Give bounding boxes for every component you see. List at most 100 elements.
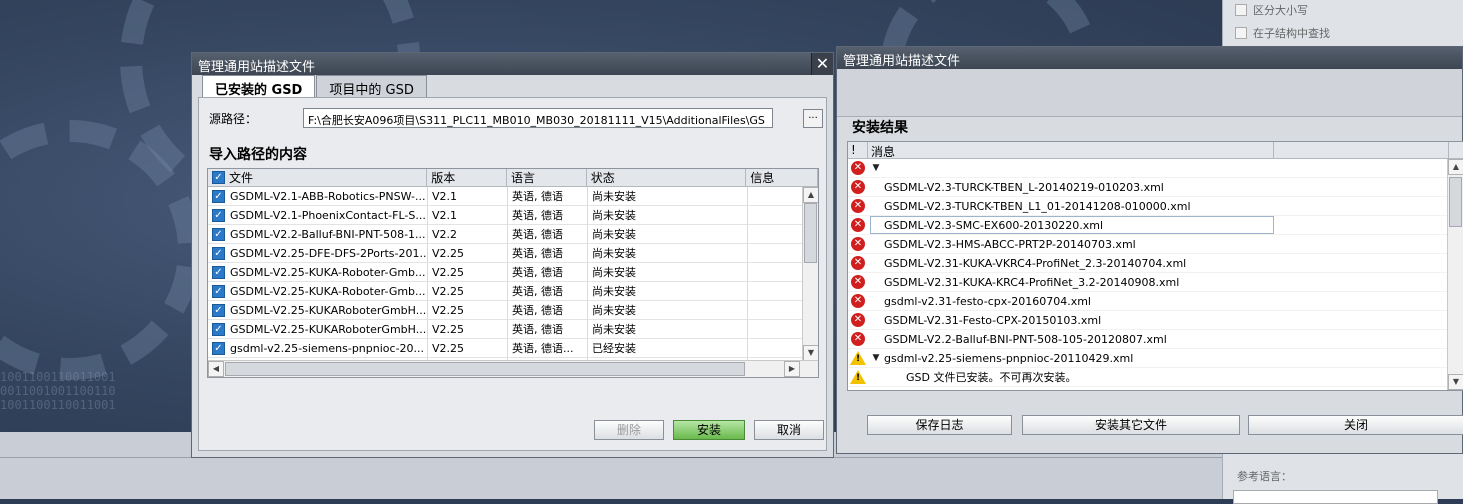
language-cell: 英语, 德语... [508, 339, 588, 357]
install-button[interactable]: 安装 [673, 420, 745, 440]
status-cell: 已经安装 [588, 339, 748, 357]
vertical-scrollbar[interactable]: ▲ ▼ [802, 187, 818, 361]
info-cell [748, 206, 804, 224]
scroll-down-icon[interactable]: ▼ [803, 345, 818, 361]
version-cell: V2.25 [428, 320, 508, 338]
install-other-files-button[interactable]: 安装其它文件 [1022, 415, 1240, 435]
scroll-thumb[interactable] [225, 362, 745, 376]
column-language[interactable]: 语言 [507, 169, 587, 186]
file-cell: ✓ GSDML-V2.25-KUKARoboterGmbH... [208, 320, 428, 338]
horizontal-scrollbar[interactable]: ◀ ▶ [208, 360, 818, 377]
search-substructure-option[interactable]: 在子结构中查找 [1235, 25, 1330, 41]
scroll-right-icon[interactable]: ▶ [784, 361, 800, 377]
result-row[interactable]: ✕ GSDML-V2.31-Festo-CPX-20150103.xml [848, 311, 1463, 330]
table-row[interactable]: ✓ GSDML-V2.1-PhoenixContact-FL-S... V2.1 英语… [208, 206, 818, 225]
error-icon: ✕ [851, 275, 865, 289]
search-substructure-label: 在子结构中查找 [1253, 27, 1330, 40]
row-checkbox[interactable]: ✓ [212, 341, 225, 355]
column-status[interactable]: 状态 [587, 169, 747, 186]
result-row[interactable]: ✕ GSDML-V2.3-TURCK-TBEN_L-20140219-010203… [848, 178, 1463, 197]
expand-icon[interactable]: ▼ [868, 353, 884, 363]
section-title: 导入路径的内容 [209, 147, 307, 163]
reference-language-select[interactable] [1233, 490, 1438, 504]
scroll-up-icon[interactable]: ▲ [1448, 159, 1463, 175]
status-icon-cell: ✕ [848, 292, 868, 311]
language-cell: 英语, 德语 [508, 320, 588, 338]
version-cell: V2.1 [428, 187, 508, 205]
result-row[interactable]: ! GSD 文件已安装。不可再次安装。 [848, 368, 1463, 387]
table-row[interactable]: ✓ GSDML-V2.25-KUKARoboterGmbH... V2.25 英语, … [208, 301, 818, 320]
status-cell: 尚未安装 [588, 206, 748, 224]
row-checkbox[interactable]: ✓ [212, 265, 225, 279]
checkbox[interactable] [1235, 27, 1247, 39]
source-path-field[interactable]: F:\合肥长安A096项目\S311_PLC11_MB010_MB030_201… [303, 108, 773, 128]
save-log-button[interactable]: 保存日志 [867, 415, 1012, 435]
error-icon: ✕ [851, 180, 865, 194]
table-row[interactable]: ✓ GSDML-V2.1-ABB-Robotics-PNSW-... V2.1 英语,… [208, 187, 818, 206]
table-row[interactable]: ✓ GSDML-V2.25-KUKA-Roboter-Gmb... V2.25 英语,… [208, 282, 818, 301]
row-checkbox[interactable]: ✓ [212, 208, 225, 222]
table-row[interactable]: ✓ GSDML-V2.25-KUKA-Roboter-Gmb... V2.25 英语,… [208, 263, 818, 282]
close-icon[interactable]: ✕ [811, 53, 833, 75]
result-row[interactable]: ✕ GSDML-V2.31-KUKA-VKRC4-ProfiNet_2.3-201… [848, 254, 1463, 273]
status-cell: 尚未安装 [588, 301, 748, 319]
version-cell: V2.25 [428, 244, 508, 262]
row-checkbox[interactable]: ✓ [212, 246, 225, 260]
row-checkbox[interactable]: ✓ [212, 189, 225, 203]
table-row[interactable]: ✓ GSDML-V2.25-DFE-DFS-2Ports-201... V2.25 英… [208, 244, 818, 263]
result-row[interactable]: ✕ GSDML-V2.2-Balluf-BNI-PNT-508-105-20120… [848, 330, 1463, 349]
error-icon: ✕ [851, 218, 865, 232]
binary-decoration: 1001100110011001 0011001001100110 10011001… [0, 370, 116, 412]
status-cell: 尚未安装 [588, 263, 748, 281]
warning-icon: ! [850, 370, 866, 384]
browse-button[interactable]: ... [803, 109, 823, 128]
error-icon: ✕ [851, 237, 865, 251]
table-row[interactable]: ✓ GSDML-V2.25-KUKARoboterGmbH... V2.25 英语, … [208, 320, 818, 339]
delete-button[interactable]: 删除 [594, 420, 664, 440]
case-sensitive-label: 区分大小写 [1253, 4, 1308, 17]
close-button[interactable]: 关闭 [1248, 415, 1463, 435]
result-row[interactable]: ✕ GSDML-V2.3-SMC-EX600-20130220.xml [848, 216, 1463, 235]
vertical-scrollbar[interactable]: ▲ ▼ [1447, 159, 1463, 390]
info-cell [748, 187, 804, 205]
column-message[interactable]: 消息 [868, 142, 1274, 159]
result-message: GSDML-V2.3-TURCK-TBEN_L-20140219-010203.… [884, 180, 1164, 194]
tab-project-gsd[interactable]: 项目中的 GSD [316, 75, 427, 98]
result-row[interactable]: ✕ GSDML-V2.3-HMS-ABCC-PRT2P-20140703.xml [848, 235, 1463, 254]
result-row[interactable]: ✕ gsdml-v2.31-festo-cpx-20160704.xml [848, 292, 1463, 311]
scroll-down-icon[interactable]: ▼ [1448, 374, 1463, 390]
info-cell [748, 225, 804, 243]
language-cell: 英语, 德语 [508, 187, 588, 205]
cancel-button[interactable]: 取消 [754, 420, 824, 440]
result-row[interactable]: ! ▼ gsdml-v2.25-siemens-pnpnioc-20110429.x… [848, 349, 1463, 368]
dialog-title: 管理通用站描述文件 [198, 60, 316, 75]
column-version[interactable]: 版本 [427, 169, 507, 186]
info-cell [748, 263, 804, 281]
dialog-titlebar: 管理通用站描述文件 ✕ [192, 53, 833, 75]
checkbox[interactable] [1235, 4, 1247, 16]
language-cell: 英语, 德语 [508, 206, 588, 224]
dialog-title: 管理通用站描述文件 [843, 54, 961, 69]
file-name: GSDML-V2.25-KUKA-Roboter-Gmb... [230, 284, 426, 298]
result-row[interactable]: ✕ ▼ [848, 159, 1463, 178]
version-cell: V2.1 [428, 206, 508, 224]
table-row[interactable]: ✓ GSDML-V2.2-Balluf-BNI-PNT-508-1... V2.2 英… [208, 225, 818, 244]
scroll-up-icon[interactable]: ▲ [803, 187, 818, 203]
row-checkbox[interactable]: ✓ [212, 303, 225, 317]
row-checkbox[interactable]: ✓ [212, 284, 225, 298]
row-checkbox[interactable]: ✓ [212, 322, 225, 336]
case-sensitive-option[interactable]: 区分大小写 [1235, 2, 1308, 18]
tab-installed-gsd[interactable]: 已安装的 GSD [202, 75, 316, 98]
select-all-checkbox[interactable]: ✓ [212, 171, 225, 184]
column-file[interactable]: ✓ 文件 [208, 169, 428, 186]
table-header: ! 消息 [848, 142, 1463, 159]
row-checkbox[interactable]: ✓ [212, 227, 225, 241]
result-row[interactable]: ✕ GSDML-V2.31-KUKA-KRC4-ProfiNet_3.2-2014… [848, 273, 1463, 292]
expand-icon[interactable]: ▼ [868, 163, 884, 173]
table-row[interactable]: ✓ gsdml-v2.25-siemens-pnpnioc-20... V2.25 英… [208, 339, 818, 358]
result-row[interactable]: ✕ GSDML-V2.3-TURCK-TBEN_L1_01-20141208-01… [848, 197, 1463, 216]
scroll-thumb[interactable] [804, 203, 817, 263]
scroll-thumb[interactable] [1449, 177, 1462, 227]
column-info[interactable]: 信息 [746, 169, 818, 186]
scroll-left-icon[interactable]: ◀ [208, 361, 224, 377]
